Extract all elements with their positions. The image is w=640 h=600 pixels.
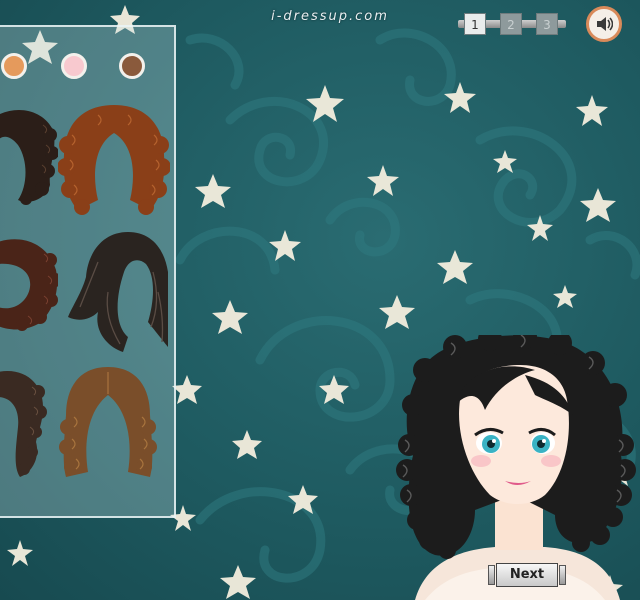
hairstyle-option-6[interactable] bbox=[58, 367, 158, 487]
speaker-icon bbox=[597, 17, 613, 31]
sound-toggle-button[interactable] bbox=[586, 6, 622, 42]
hair-color-swatch-1[interactable] bbox=[1, 53, 27, 79]
page-2-button[interactable]: 2 bbox=[500, 13, 522, 35]
page-3-button[interactable]: 3 bbox=[536, 13, 558, 35]
game-stage: i-dressup.com 1 2 3 Next bbox=[0, 0, 640, 600]
next-button-label: Next bbox=[496, 563, 558, 587]
hairstyle-option-4[interactable] bbox=[68, 232, 168, 357]
hair-color-swatch-2[interactable] bbox=[61, 53, 87, 79]
page-1-button[interactable]: 1 bbox=[464, 13, 486, 35]
next-button-left-cap bbox=[488, 565, 495, 585]
next-button-right-cap bbox=[559, 565, 566, 585]
site-logo[interactable]: i-dressup.com bbox=[244, 9, 416, 24]
hairstyle-option-5[interactable] bbox=[0, 367, 48, 482]
hair-color-swatch-3[interactable] bbox=[119, 53, 145, 79]
next-button[interactable]: Next bbox=[488, 563, 566, 587]
doll-character bbox=[396, 335, 636, 600]
hairstyle-option-2[interactable] bbox=[58, 105, 170, 220]
hairstyle-option-1[interactable] bbox=[0, 105, 58, 210]
page-navigation: 1 2 3 bbox=[458, 12, 566, 36]
hair-selection-panel bbox=[0, 25, 176, 518]
hairstyle-option-3[interactable] bbox=[0, 232, 58, 332]
